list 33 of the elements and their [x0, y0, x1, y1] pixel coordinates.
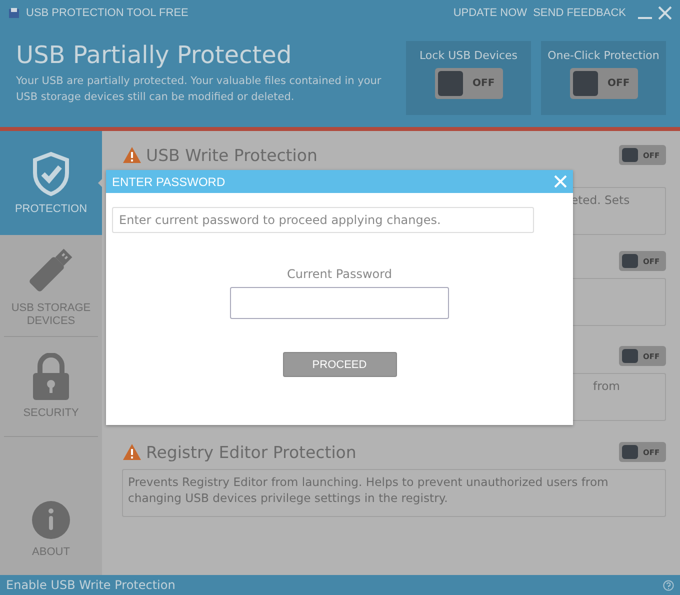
status-title: USB Partially Protected [16, 41, 293, 69]
warning-icon [122, 146, 142, 164]
dialog-title: ENTER PASSWORD [112, 174, 226, 188]
description-text: Prevents Registry Editor from launching. Helps to prevent unauthorized users from changing USB devices privilege settings in the registry. [128, 474, 610, 506]
description-text: from [593, 378, 620, 394]
header-link[interactable]: SEND FEEDBACK [533, 6, 626, 18]
close-icon [658, 6, 672, 20]
window-title: USB PROTECTION TOOL FREE [26, 6, 188, 18]
sidebar-item[interactable]: USB STORAGE DEVICES [4, 235, 98, 337]
minimize-icon [638, 17, 652, 19]
close-button[interactable] [658, 6, 672, 20]
switch-label: One-Click Protection [548, 49, 660, 62]
toggle-switch[interactable]: OFF [570, 68, 638, 99]
section-title: USB Write Protection [146, 146, 318, 164]
field-label: Current Password [287, 267, 392, 281]
sidebar-item[interactable]: ABOUT [4, 437, 98, 575]
help-icon[interactable] [663, 580, 674, 590]
proceed-button[interactable]: PROCEED [282, 352, 396, 377]
shield-check-icon [31, 150, 71, 196]
toggle-switch[interactable]: OFF [434, 68, 502, 99]
close-icon [554, 175, 567, 188]
switch-label: Lock USB Devices [419, 49, 518, 62]
info-icon [31, 500, 71, 540]
password-field[interactable] [230, 287, 449, 319]
sidebar-item[interactable]: SECURITY [4, 337, 98, 437]
status-text: Enable USB Write Protection [6, 578, 176, 592]
status-description: Your USB are partially protected. Your valuable files contained in your USB storage devices still can be modified or deleted. [16, 74, 382, 105]
dialog-message: Enter current password to proceed applying changes. [119, 213, 441, 227]
app-icon [8, 6, 20, 18]
header-link[interactable]: UPDATE NOW [453, 6, 528, 18]
warning-icon [122, 443, 142, 461]
lock-icon [32, 353, 70, 401]
section-title: Registry Editor Protection [146, 442, 356, 462]
